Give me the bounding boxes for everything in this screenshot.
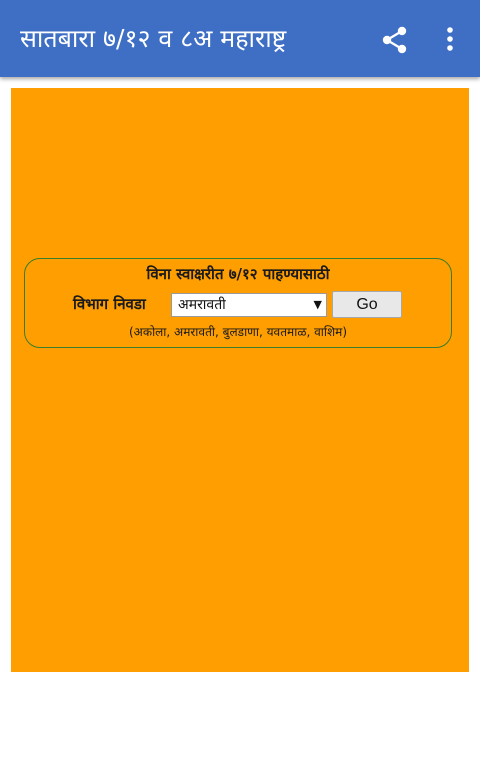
form-heading: विना स्वाक्षरीत ७/१२ पाहण्यासाठी xyxy=(146,265,330,283)
more-vert-icon[interactable] xyxy=(438,25,462,55)
division-select-value: अमरावती xyxy=(178,297,226,313)
app-title: सातबारा ७/१२ व ८अ महाराष्ट्र xyxy=(20,24,287,53)
district-note: (अकोला, अमरावती, बुलडाणा, यवतमाळ, वाशिम) xyxy=(129,325,347,339)
division-select[interactable]: अमरावती ▼ xyxy=(171,293,327,317)
go-button[interactable]: Go xyxy=(332,291,402,318)
app-bar: सातबारा ७/१२ व ८अ महाराष्ट्र xyxy=(0,0,480,77)
share-icon[interactable] xyxy=(380,25,410,55)
content-panel: विना स्वाक्षरीत ७/१२ पाहण्यासाठी विभाग न… xyxy=(11,88,469,672)
division-form-box: विना स्वाक्षरीत ७/१२ पाहण्यासाठी विभाग न… xyxy=(24,258,452,348)
dropdown-arrow-icon: ▼ xyxy=(313,298,322,311)
division-label: विभाग निवडा xyxy=(73,295,146,313)
